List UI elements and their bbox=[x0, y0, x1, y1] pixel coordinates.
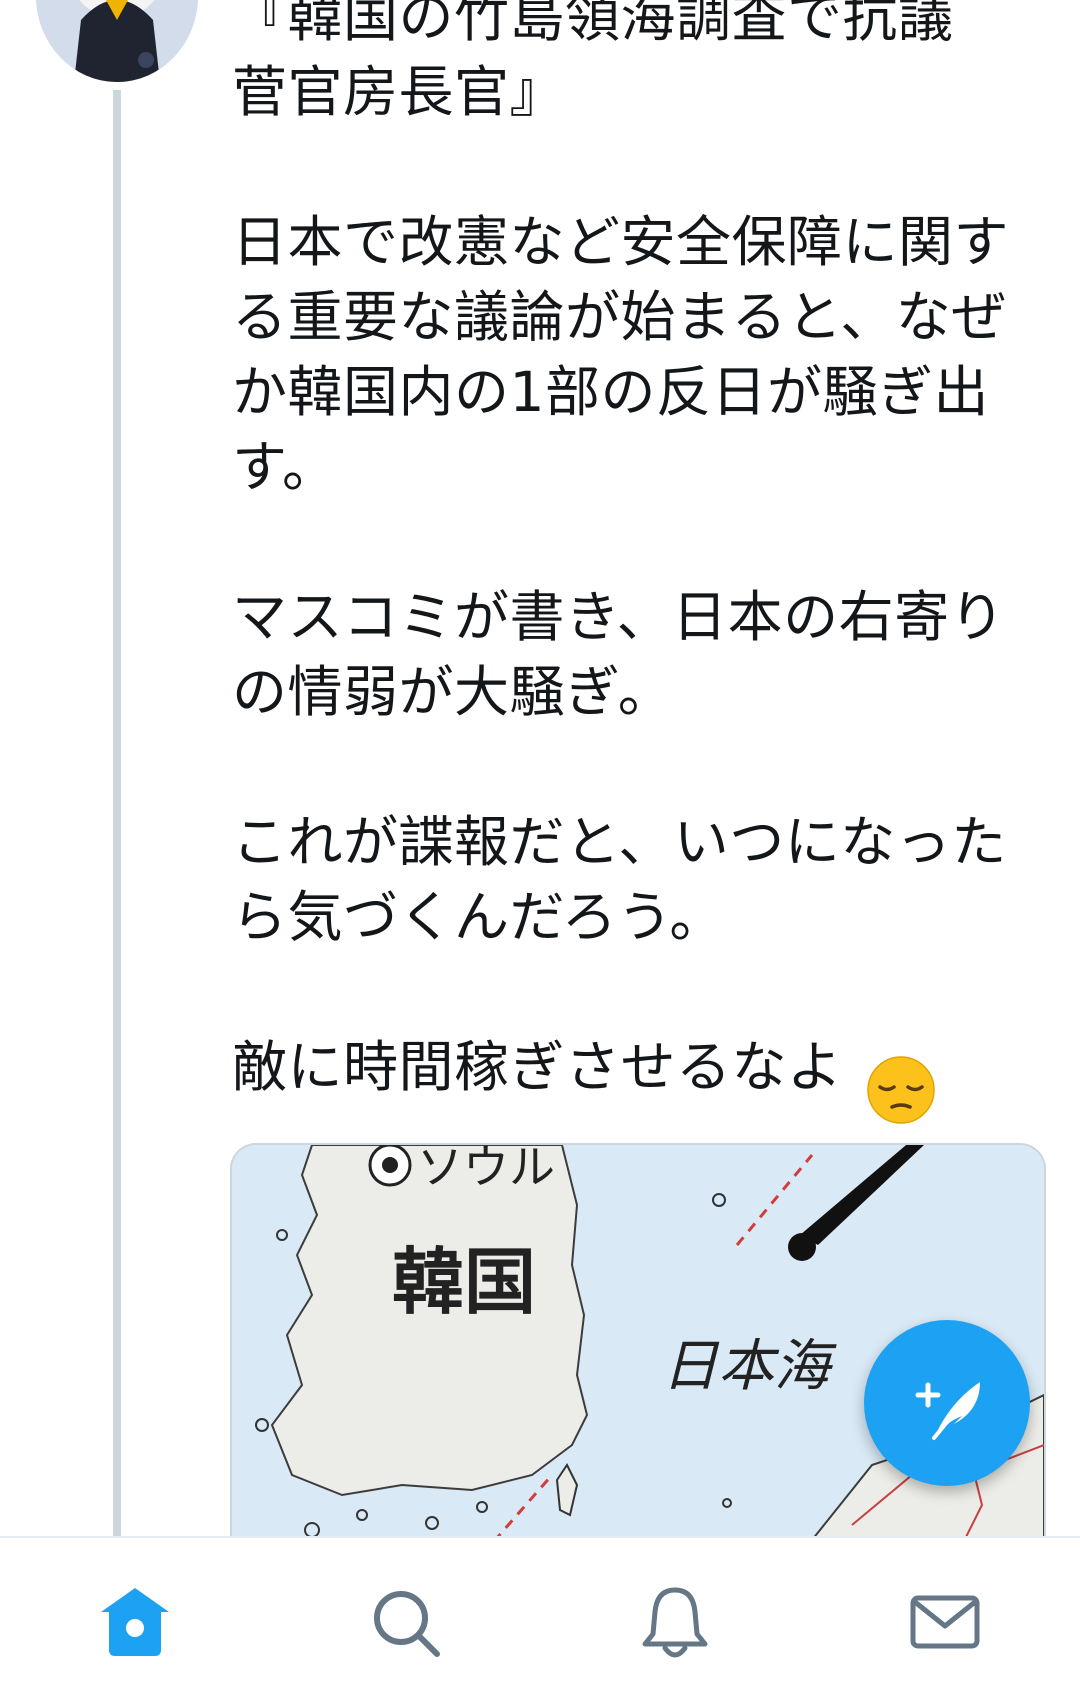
bell-icon bbox=[642, 1587, 708, 1658]
avatar[interactable] bbox=[36, 0, 198, 82]
tab-notifications[interactable] bbox=[540, 1538, 810, 1706]
map-label-korea: 韓国 bbox=[392, 1240, 536, 1324]
compose-quill-icon bbox=[915, 1382, 980, 1440]
thread-connector-line bbox=[113, 90, 121, 1550]
map-label-seoul: ソウル bbox=[417, 1145, 555, 1194]
mail-icon bbox=[910, 1595, 980, 1649]
tab-search[interactable] bbox=[270, 1538, 540, 1706]
pensive-face-emoji bbox=[866, 1055, 936, 1125]
home-icon bbox=[101, 1588, 169, 1656]
tweet-text: 『韓国の竹島領海調査で抗議 菅官房長官』 日本で改憲など安全保障に関す る重要な… bbox=[232, 0, 1010, 1099]
bottom-tab-bar bbox=[0, 1536, 1080, 1706]
map-label-sea-of-japan: 日本海 bbox=[662, 1334, 837, 1399]
tab-messages[interactable] bbox=[810, 1538, 1080, 1706]
tab-home[interactable] bbox=[0, 1538, 270, 1706]
compose-tweet-button[interactable] bbox=[864, 1320, 1030, 1486]
search-icon bbox=[374, 1591, 440, 1657]
